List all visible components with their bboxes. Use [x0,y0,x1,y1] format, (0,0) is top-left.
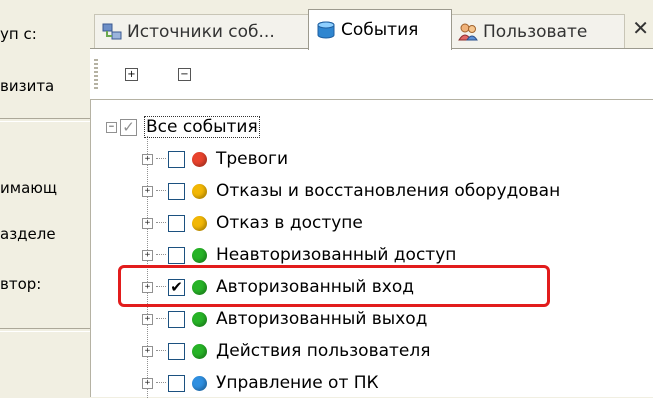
tree-connector [156,350,166,352]
expand-toggle[interactable]: + [142,313,153,325]
tree-item[interactable]: + Отказ в доступе [142,208,363,238]
status-dot-icon [192,215,207,231]
tab-strip: Источники соб... События Пользовате ✕ [90,0,653,50]
tree-item-label: Неавторизованный доступ [216,245,457,265]
tree-connector [156,222,166,224]
left-separator-2 [0,328,90,332]
left-label-author: втор: [0,275,42,293]
checkbox[interactable] [168,182,185,200]
tab-users-label: Пользовате [483,22,588,42]
expand-toggle[interactable]: + [142,345,153,357]
tab-events-label: События [341,20,419,40]
checkbox[interactable] [168,214,185,232]
left-label-section: азделе [0,225,56,243]
tree-item-label: Авторизованный выход [216,309,428,329]
status-dot-icon [192,311,207,327]
expand-toggle[interactable]: + [142,217,153,229]
highlight-box [118,265,550,307]
tree-connector [156,318,166,320]
tree-item[interactable]: + Тревоги [142,144,288,174]
users-icon [458,23,478,41]
collapse-toggle[interactable]: − [106,121,117,133]
checkbox[interactable] [168,342,185,360]
tab-events[interactable]: События [308,9,452,50]
left-separator [0,118,90,122]
tree-root-label: Все события [144,116,260,138]
tab-event-sources[interactable]: Источники соб... [94,14,310,49]
tree-item[interactable]: + Управление от ПК [142,368,379,398]
expand-toggle[interactable]: + [142,249,153,261]
database-icon [317,21,335,39]
expand-toggle[interactable]: + [142,377,153,389]
tree-item[interactable]: + Отказы и восстановления оборудован [142,176,560,206]
checkbox[interactable] [168,374,185,392]
left-label-receiving: имающ [0,179,58,197]
left-panel: уп с: визита имающ азделе втор: [0,0,90,396]
tree-item-label: Тревоги [216,149,289,169]
events-tree: − ✓ Все события + Тревоги + Отказы и восста… [90,99,653,398]
expand-all-button[interactable]: + [125,68,138,81]
tree-connector [156,158,166,160]
expand-toggle[interactable]: + [142,153,153,165]
tree-item[interactable]: + Авторизованный выход [142,304,427,334]
tree-toolbar: + − [90,49,653,99]
tree-item[interactable]: + Действия пользователя [142,336,430,366]
tree-item-label: Действия пользователя [216,341,431,361]
status-dot-icon [192,247,207,263]
checkbox[interactable] [168,246,185,264]
tree-item-label: Отказы и восстановления оборудован [216,181,561,201]
close-icon[interactable]: ✕ [632,16,649,40]
root-checkbox[interactable]: ✓ [120,118,137,136]
left-label-visit: визита [0,77,55,95]
tree-connector [156,254,166,256]
tab-users[interactable]: Пользовате [450,14,625,49]
tree-item-label: Отказ в доступе [216,213,363,233]
tab-event-sources-label: Источники соб... [127,22,275,42]
tree-root[interactable]: − ✓ Все события [106,112,260,142]
status-dot-icon [192,183,207,199]
collapse-all-button[interactable]: − [178,68,191,81]
tree-item-label: Управление от ПК [216,373,379,393]
status-dot-icon [192,375,207,391]
checkbox[interactable] [168,310,185,328]
status-dot-icon [192,151,207,167]
toolbar-grip[interactable] [94,59,98,91]
left-label-access: уп с: [0,25,37,43]
event-sources-icon [102,23,122,40]
expand-toggle[interactable]: + [142,185,153,197]
checkbox[interactable] [168,150,185,168]
status-dot-icon [192,343,207,359]
tree-connector [156,382,166,384]
tree-connector [156,190,166,192]
